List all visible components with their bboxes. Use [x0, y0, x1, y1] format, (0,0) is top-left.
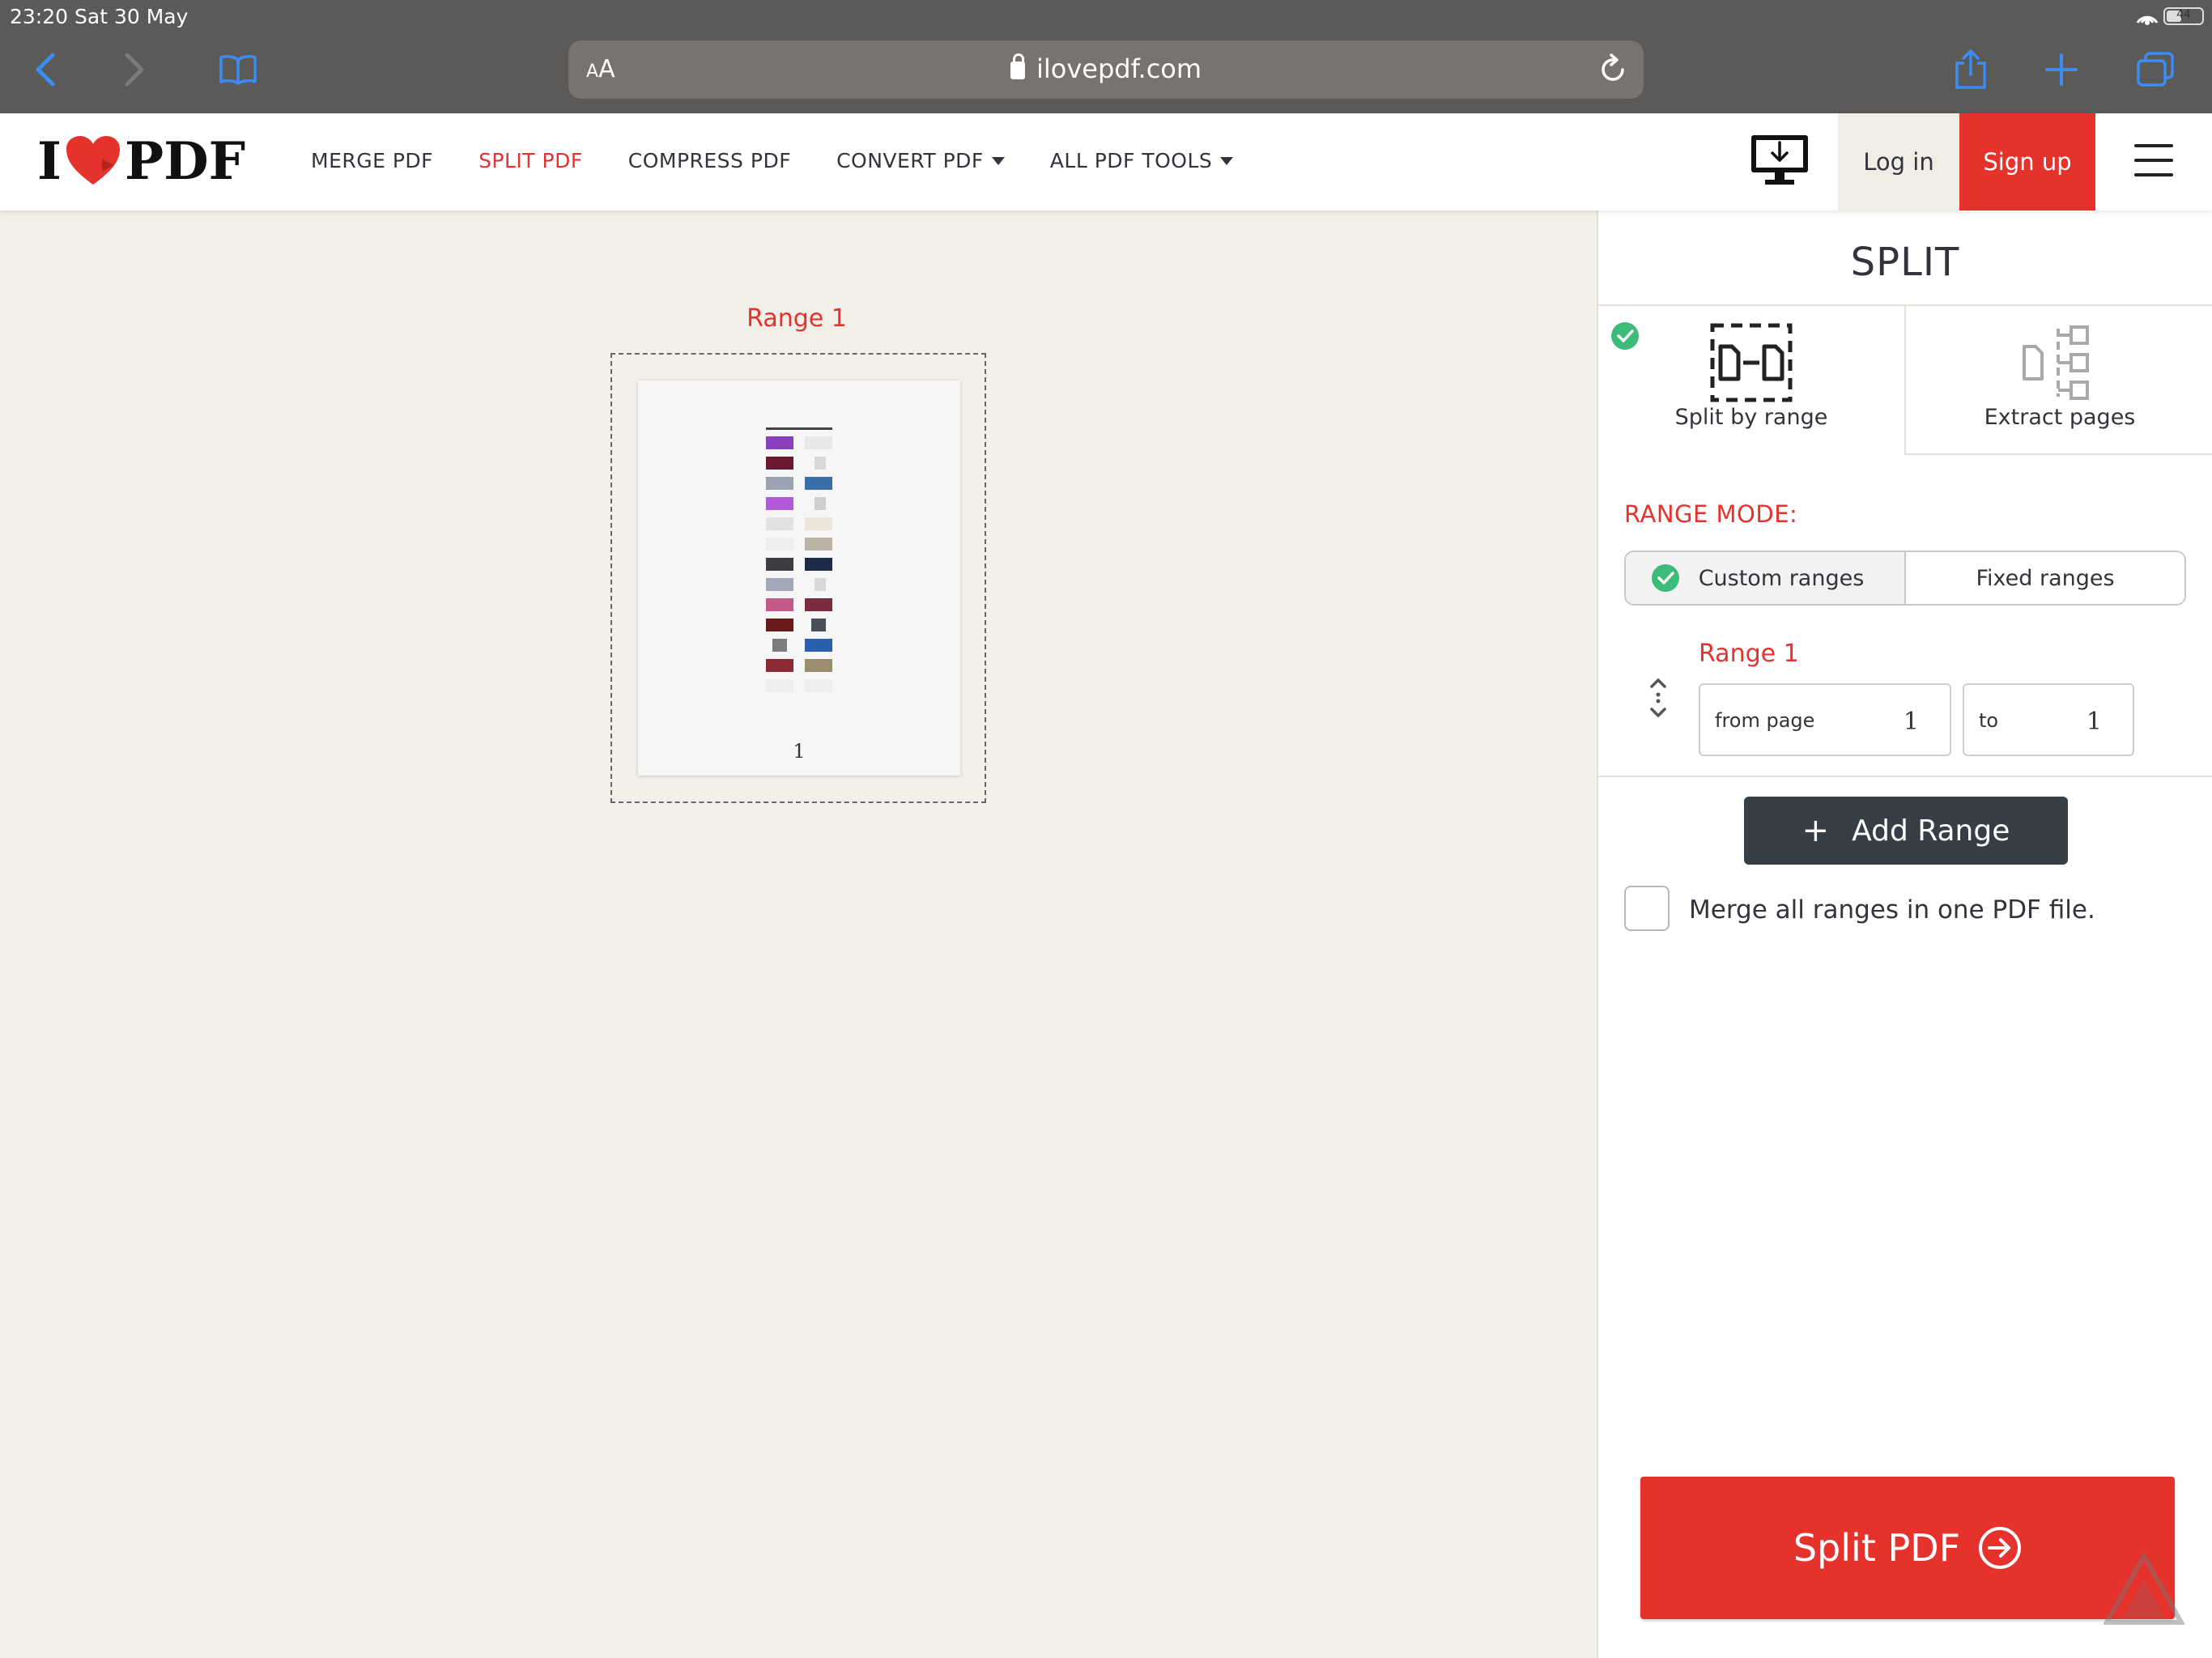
url-text: ilovepdf.com — [568, 53, 1644, 84]
check-circle-icon — [1651, 564, 1679, 592]
merge-ranges-label[interactable]: Merge all ranges in one PDF file. — [1689, 895, 2095, 925]
battery-icon: 44 — [2163, 7, 2204, 25]
from-page-label: from page — [1715, 709, 1815, 732]
range-preview-box: 1 — [610, 353, 986, 803]
range-title: Range 1 — [1699, 640, 1799, 668]
fixed-ranges-label: Fixed ranges — [1976, 565, 2115, 591]
split-sidebar: SPLIT Split by range Extract pages RANGE… — [1597, 210, 2212, 1658]
heart-icon — [66, 136, 120, 185]
bookmarks-icon[interactable] — [214, 45, 262, 94]
preview-workspace: Range 1 1 — [0, 210, 1597, 1658]
forward-icon[interactable] — [110, 45, 159, 94]
menu-icon[interactable] — [2134, 144, 2173, 176]
range-mode-label: RANGE MODE: — [1624, 500, 1798, 528]
main-nav: MERGE PDF SPLIT PDF COMPRESS PDF CONVERT… — [311, 149, 1278, 172]
drag-handle-icon[interactable] — [1647, 675, 1670, 721]
split-range-icon — [1710, 323, 1793, 402]
address-bar[interactable]: AA ilovepdf.com — [568, 40, 1644, 99]
nav-compress-pdf[interactable]: COMPRESS PDF — [628, 149, 791, 172]
to-page-value: 1 — [2086, 708, 2102, 736]
tabs-overview-icon[interactable] — [2131, 45, 2180, 94]
page-content-preview — [766, 427, 832, 729]
split-pdf-label: Split PDF — [1793, 1526, 1961, 1570]
reload-icon[interactable] — [1597, 53, 1629, 86]
share-icon[interactable] — [1946, 45, 1995, 94]
caret-down-icon — [1220, 156, 1234, 165]
range-mode-toggle: Custom ranges Fixed ranges — [1624, 551, 2186, 606]
sidebar-title: SPLIT — [1850, 240, 1960, 285]
new-tab-icon[interactable] — [2037, 45, 2086, 94]
nav-all-pdf-tools[interactable]: ALL PDF TOOLS — [1050, 149, 1234, 172]
arrow-right-circle-icon — [1979, 1527, 2022, 1569]
desktop-download-icon[interactable] — [1749, 133, 1810, 188]
tab-split-by-range-label: Split by range — [1674, 405, 1828, 430]
status-time: 23:20 — [10, 5, 69, 28]
nav-split-pdf[interactable]: SPLIT PDF — [479, 149, 583, 172]
watermark-logo-icon — [2104, 1553, 2184, 1625]
site-header: I PDF MERGE PDF SPLIT PDF COMPRESS PDF C… — [0, 113, 2212, 210]
signup-button[interactable]: Sign up — [1959, 113, 2095, 210]
divider — [1598, 776, 2212, 777]
check-circle-icon — [1611, 322, 1639, 350]
battery-level: 44 — [2176, 8, 2191, 21]
nav-merge-pdf[interactable]: MERGE PDF — [311, 149, 433, 172]
back-icon[interactable] — [21, 45, 70, 94]
add-range-button[interactable]: + Add Range — [1744, 797, 2068, 865]
tab-extract-pages-label: Extract pages — [1984, 405, 2136, 430]
add-range-label: Add Range — [1852, 814, 2010, 848]
preview-range-caption: Range 1 — [747, 304, 847, 333]
to-page-input[interactable]: to 1 — [1963, 683, 2134, 756]
from-page-value: 1 — [1903, 708, 1919, 736]
extract-pages-icon — [2023, 325, 2089, 400]
ilovepdf-logo[interactable]: I PDF — [37, 131, 245, 192]
page-thumbnail[interactable]: 1 — [638, 380, 960, 776]
from-page-input[interactable]: from page 1 — [1699, 683, 1951, 756]
plus-icon: + — [1802, 812, 1830, 849]
wifi-icon — [2136, 15, 2159, 25]
merge-ranges-checkbox[interactable] — [1624, 886, 1670, 931]
custom-ranges-option[interactable]: Custom ranges — [1626, 552, 1906, 604]
page-number: 1 — [793, 740, 806, 763]
login-button[interactable]: Log in — [1838, 113, 1959, 210]
to-page-label: to — [1979, 709, 1999, 732]
fixed-ranges-option[interactable]: Fixed ranges — [1906, 552, 2184, 604]
tab-split-by-range[interactable]: Split by range — [1598, 306, 1904, 455]
split-pdf-button[interactable]: Split PDF — [1640, 1477, 2175, 1619]
custom-ranges-label: Custom ranges — [1698, 565, 1865, 591]
status-date: Sat 30 May — [74, 5, 189, 28]
caret-down-icon — [991, 156, 1005, 165]
browser-toolbar: AA ilovepdf.com — [0, 34, 2212, 113]
status-bar: 23:20 Sat 30 May 44 — [0, 0, 2212, 34]
nav-convert-pdf[interactable]: CONVERT PDF — [836, 149, 1005, 172]
tab-extract-pages[interactable]: Extract pages — [1904, 306, 2212, 455]
lock-icon — [1010, 53, 1025, 79]
